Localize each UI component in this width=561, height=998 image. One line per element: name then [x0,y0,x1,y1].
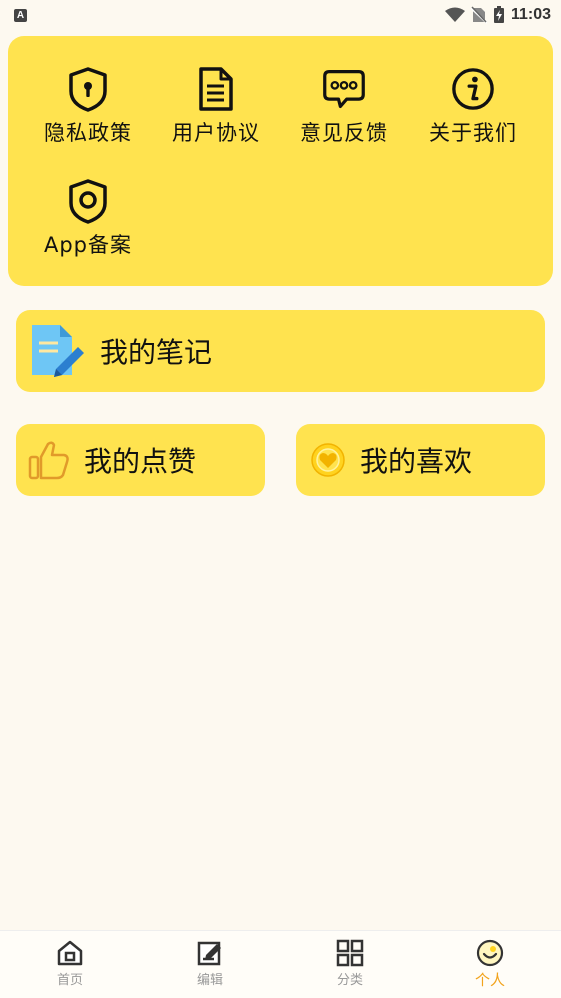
profile-icon [476,939,504,967]
grid-item-label: 意见反馈 [300,121,388,145]
chat-bubble-icon [323,69,365,109]
grid-item-label: 用户协议 [172,121,260,145]
tab-home[interactable]: 首页 [30,939,110,988]
heart-circle-icon [311,443,345,477]
bottom-tab-bar: 首页 编辑 分类 个人 [0,930,561,998]
note-edit-icon [32,325,84,377]
grid-item-label: 关于我们 [429,121,517,145]
tab-category[interactable]: 分类 [310,939,390,988]
grid-item-label: App备案 [43,233,133,257]
settings-grid-card: 隐私政策 用户协议 意见反馈 关于我们 App备案 [8,36,553,286]
my-notes-card[interactable]: 我的笔记 [16,310,545,392]
info-circle-icon [452,68,494,110]
no-sim-icon [470,6,487,24]
home-icon [57,940,83,966]
grid-item-label: 隐私政策 [44,121,132,145]
shield-keyhole-icon [69,67,107,112]
document-icon [199,67,233,111]
my-likes-card[interactable]: 我的点赞 [16,424,265,496]
notification-badge: A [14,8,27,22]
wifi-icon [444,7,465,22]
grid-item-privacy-policy[interactable]: 隐私政策 [24,66,152,166]
my-notes-label: 我的笔记 [100,336,213,369]
status-time: 11:03 [510,6,551,23]
tab-edit[interactable]: 编辑 [170,939,250,988]
grid-icon [336,939,364,967]
tab-label: 首页 [56,973,83,988]
my-likes-label: 我的点赞 [84,445,197,478]
tab-label: 个人 [474,971,505,989]
edit-icon [197,941,221,966]
grid-item-feedback[interactable]: 意见反馈 [280,66,408,166]
battery-charging-icon [493,6,504,23]
tab-label: 分类 [336,973,363,988]
tab-profile[interactable]: 个人 [450,939,530,990]
tab-label: 编辑 [196,973,223,988]
thumbs-up-icon [28,441,69,480]
shield-ring-icon [69,179,107,224]
grid-item-app-filing[interactable]: App备案 [24,178,152,278]
my-favorites-label: 我的喜欢 [360,445,473,478]
my-favorites-card[interactable]: 我的喜欢 [296,424,545,496]
grid-item-about-us[interactable]: 关于我们 [409,66,537,166]
grid-item-user-agreement[interactable]: 用户协议 [152,66,280,166]
status-bar: A 11:03 [0,0,561,30]
